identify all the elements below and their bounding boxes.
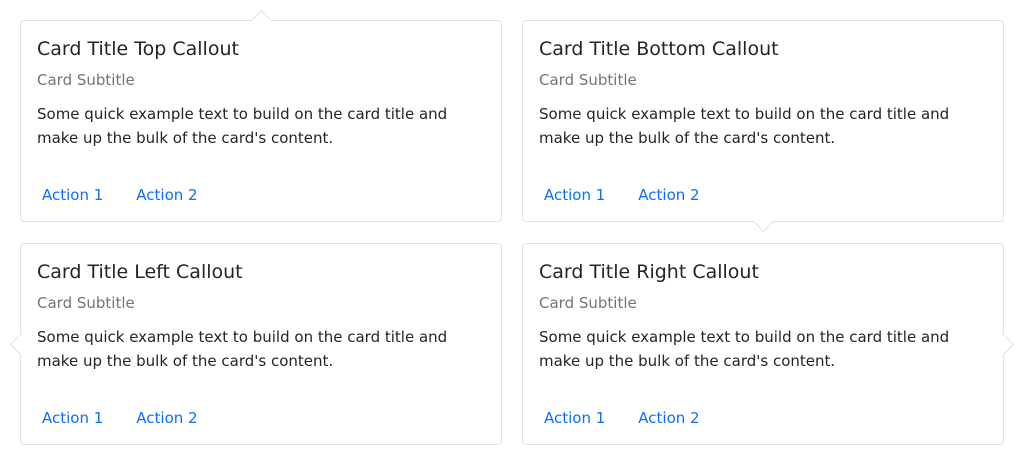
card-actions: Action 1 Action 2: [26, 183, 215, 207]
card-text: Some quick example text to build on the …: [37, 105, 448, 147]
card-top-callout: Card Title Top Callout Card Subtitle Som…: [20, 9, 502, 222]
callout-bottom-arrow: [752, 210, 775, 233]
card-actions: Action 1 Action 2: [528, 406, 717, 430]
action-2-link[interactable]: Action 2: [622, 183, 715, 207]
card-text: Some quick example text to build on the …: [37, 328, 448, 370]
card-subtitle: Card Subtitle: [37, 71, 135, 89]
action-2-link[interactable]: Action 2: [622, 406, 715, 430]
card-left-callout: Card Title Left Callout Card Subtitle So…: [9, 243, 502, 445]
card-right-callout: Card Title Right Callout Card Subtitle S…: [522, 243, 1015, 445]
action-1-link[interactable]: Action 1: [26, 183, 119, 207]
card-title: Card Title Left Callout: [37, 261, 243, 283]
card-actions: Action 1 Action 2: [528, 183, 717, 207]
card-text: Some quick example text to build on the …: [539, 105, 950, 147]
card-text: Some quick example text to build on the …: [539, 328, 950, 370]
card-subtitle: Card Subtitle: [539, 71, 637, 89]
card-bottom-callout: Card Title Bottom Callout Card Subtitle …: [522, 20, 1004, 233]
callout-right-arrow: [992, 333, 1015, 356]
card-subtitle: Card Subtitle: [539, 294, 637, 312]
card-subtitle: Card Subtitle: [37, 294, 135, 312]
action-1-link[interactable]: Action 1: [528, 183, 621, 207]
callout-left-arrow: [9, 333, 32, 356]
card-title: Card Title Top Callout: [37, 38, 239, 60]
action-1-link[interactable]: Action 1: [26, 406, 119, 430]
card-actions: Action 1 Action 2: [26, 406, 215, 430]
card-title: Card Title Right Callout: [539, 261, 759, 283]
callout-top-arrow: [250, 9, 273, 32]
card-title: Card Title Bottom Callout: [539, 38, 779, 60]
action-2-link[interactable]: Action 2: [120, 406, 213, 430]
action-2-link[interactable]: Action 2: [120, 183, 213, 207]
action-1-link[interactable]: Action 1: [528, 406, 621, 430]
